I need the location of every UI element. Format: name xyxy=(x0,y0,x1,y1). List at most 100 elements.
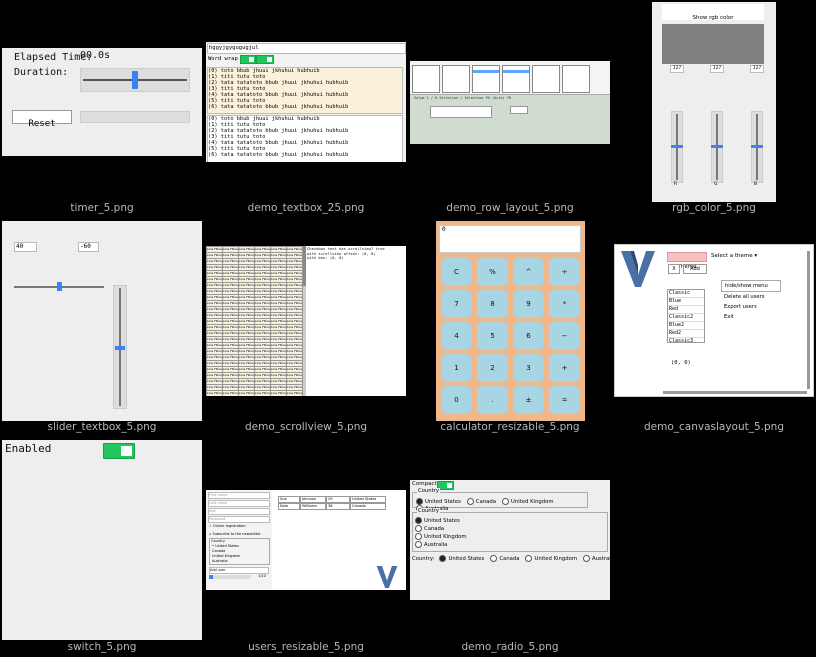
rgb-slider-handle[interactable] xyxy=(711,145,723,148)
add-user-button[interactable]: Add user xyxy=(209,567,269,574)
rgb-slider-handle[interactable] xyxy=(671,145,683,148)
info-line: with box: (0, 0) xyxy=(307,255,344,260)
radio-option[interactable]: Canada xyxy=(415,525,605,532)
enabled-switch[interactable] xyxy=(103,443,135,459)
scroll-grid[interactable]: Line Fillne Line Fillne Line Fillne Line Fi… xyxy=(206,246,303,396)
rgb-value-field[interactable]: 127 xyxy=(710,65,724,73)
theme-list[interactable]: Classic Blue Red Classic2 Blue2 Red2 Classic3 xyxy=(667,289,705,343)
radio-option[interactable]: Canada xyxy=(466,498,496,505)
theme-list-item[interactable]: Classic3 xyxy=(668,338,704,342)
v-value-field[interactable]: -60 xyxy=(78,242,99,252)
calc-key-button[interactable]: − xyxy=(549,322,580,350)
h-scrollbar[interactable] xyxy=(663,391,807,394)
list-box-5[interactable] xyxy=(532,65,560,93)
first-name-input[interactable]: First name xyxy=(208,492,270,499)
v-slider-handle[interactable] xyxy=(115,346,125,350)
text-input[interactable]: hggyjgygugugjul xyxy=(207,43,406,54)
rgb-slider-handle[interactable] xyxy=(751,145,763,148)
list-box-4[interactable] xyxy=(502,65,530,93)
calc-key-button[interactable]: * xyxy=(549,290,580,318)
horizontal-slider[interactable] xyxy=(14,281,104,293)
calc-key-button[interactable]: ^ xyxy=(513,258,544,286)
text-area-plain[interactable]: (0) toto bbub jhuui jkhuhui hubhuib (1) t… xyxy=(207,115,403,162)
radio-button-icon xyxy=(415,517,422,524)
country-option[interactable]: Australia xyxy=(210,559,269,564)
calc-key-button[interactable]: 2 xyxy=(477,354,508,382)
h-value-field[interactable]: 40 xyxy=(14,242,37,252)
menu-item[interactable]: Export users xyxy=(721,302,781,312)
radio-option[interactable]: United States xyxy=(415,517,605,524)
rgb-value-field[interactable]: 127 xyxy=(670,65,684,73)
scrollbar[interactable] xyxy=(303,246,306,396)
list-box-3[interactable] xyxy=(472,65,500,93)
text-area-wrapped[interactable]: (0) toto bbub jhuui jkhuhui hubhuib (1) t… xyxy=(207,67,403,114)
calc-key-button[interactable]: + xyxy=(549,354,580,382)
calc-key-button[interactable]: 8 xyxy=(477,290,508,318)
x-button[interactable]: X xyxy=(668,264,680,274)
radio-option[interactable]: Australia xyxy=(415,541,605,548)
add-button[interactable]: Add xyxy=(683,264,707,274)
word-wrap-toggle[interactable] xyxy=(240,55,256,64)
password-input[interactable]: Password xyxy=(208,516,270,523)
calc-key-button[interactable]: 6 xyxy=(513,322,544,350)
reset-label: Reset xyxy=(28,119,56,129)
menu-item[interactable]: Delete all users xyxy=(721,292,781,302)
list-box-2[interactable] xyxy=(442,65,470,93)
radio-option[interactable]: United States xyxy=(439,555,484,562)
theme-list-item[interactable]: Red2 xyxy=(668,330,704,338)
row-button[interactable] xyxy=(430,106,492,118)
calc-key-button[interactable]: = xyxy=(549,386,580,414)
vertical-slider[interactable] xyxy=(113,285,127,409)
calc-key-button[interactable]: 4 xyxy=(441,322,472,350)
theme-select[interactable]: Select a theme ▾ xyxy=(711,252,765,261)
theme-list-item[interactable]: Classic xyxy=(668,290,704,298)
reset-button[interactable]: Reset xyxy=(12,110,72,129)
calc-key-button[interactable]: 7 xyxy=(441,290,472,318)
calc-key-button[interactable]: 0 xyxy=(441,386,472,414)
row-button-2[interactable] xyxy=(510,106,528,114)
calc-key-button[interactable]: ± xyxy=(513,386,544,414)
menu-item[interactable]: Exit xyxy=(721,312,781,322)
rgb-slider[interactable] xyxy=(711,111,723,183)
calc-key-button[interactable]: 5 xyxy=(477,322,508,350)
menu-item[interactable]: hide/show menu xyxy=(721,280,781,292)
rgb-value-field[interactable]: 127 xyxy=(750,65,764,73)
theme-list-item[interactable]: Blue2 xyxy=(668,322,704,330)
online-checkbox[interactable]: ✓ Online registration xyxy=(209,524,246,528)
theme-list-item[interactable]: Blue xyxy=(668,298,704,306)
radio-option[interactable]: United Kingdom xyxy=(502,498,554,505)
age-input[interactable]: Age xyxy=(208,508,270,515)
h-slider-handle[interactable] xyxy=(56,282,62,291)
table-row[interactable]: Sue Johnson 29 United States xyxy=(278,496,386,503)
list-box-6[interactable] xyxy=(562,65,590,93)
show-rgb-button[interactable]: Show rgb color xyxy=(662,4,764,21)
radio-option[interactable]: United Kingdom xyxy=(525,555,577,562)
radio-option[interactable]: Australia xyxy=(583,555,610,562)
calc-key-button[interactable]: 1 xyxy=(441,354,472,382)
newsletter-checkbox[interactable]: ▫ Subscribe to the newsletter xyxy=(209,532,261,536)
calc-key-button[interactable]: ÷ xyxy=(549,258,580,286)
v-scrollbar[interactable] xyxy=(807,251,810,389)
rgb-slider[interactable] xyxy=(671,111,683,183)
theme-list-item[interactable]: Red xyxy=(668,306,704,314)
word-wrap-toggle-2[interactable] xyxy=(256,55,274,64)
timer-thumbnail: Elapsed Time: 00.0s Duration: Reset xyxy=(2,48,202,156)
rgb-slider[interactable] xyxy=(751,111,763,183)
users-table[interactable]: Sue Johnson 29 United States Kate Williams 38 C… xyxy=(278,496,386,510)
theme-list-item[interactable]: Classic2 xyxy=(668,314,704,322)
calc-key-button[interactable]: 3 xyxy=(513,354,544,382)
calc-key-button[interactable]: % xyxy=(477,258,508,286)
theme-button[interactable]: Theme xyxy=(667,252,707,270)
table-row[interactable]: Kate Williams 38 Canada xyxy=(278,503,386,510)
calc-key-button[interactable]: . xyxy=(477,386,508,414)
last-name-input[interactable]: Last name xyxy=(208,500,270,507)
radio-option-label: United Kingdom xyxy=(534,556,577,562)
radio-option[interactable]: United States xyxy=(416,498,461,505)
radio-option[interactable]: Canada xyxy=(490,555,519,562)
calc-key-button[interactable]: 9 xyxy=(513,290,544,318)
duration-slider[interactable] xyxy=(80,68,190,92)
list-box-1[interactable] xyxy=(412,65,440,93)
calc-key-button[interactable]: C xyxy=(441,258,472,286)
slider-handle[interactable] xyxy=(132,71,138,89)
radio-option[interactable]: United Kingdom xyxy=(415,533,605,540)
